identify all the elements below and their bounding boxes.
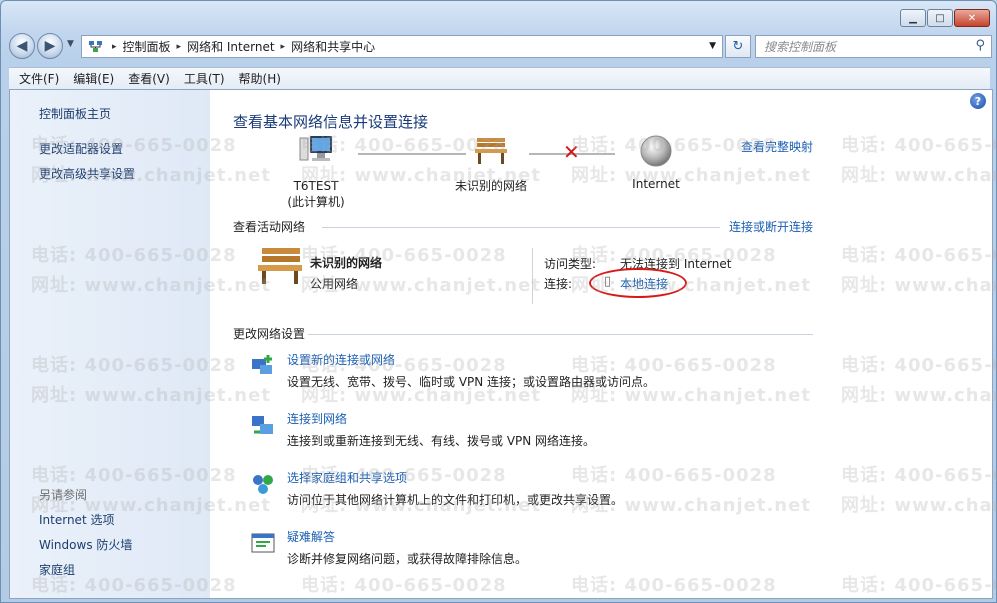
connect-disconnect-link[interactable]: 连接或断开连接 <box>729 218 813 235</box>
internet-node: Internet <box>622 134 690 192</box>
menu-bar: 文件(F) 编辑(E) 查看(V) 工具(T) 帮助(H) <box>9 67 990 89</box>
search-input[interactable]: 搜索控制面板 ⚲ <box>755 35 992 58</box>
access-type-label: 访问类型: <box>544 257 597 271</box>
task-troubleshoot-desc: 诊断并修复网络问题，或获得故障排除信息。 <box>287 552 528 566</box>
task-connect-network-link[interactable]: 连接到网络 <box>287 410 347 427</box>
bench-icon <box>475 138 507 164</box>
active-network-name: 未识别的网络 <box>310 256 383 270</box>
search-placeholder: 搜索控制面板 <box>764 40 837 54</box>
task-homegroup-desc: 访问位于其他网络计算机上的文件和打印机，或更改共享设置。 <box>287 493 624 507</box>
divider <box>308 334 813 335</box>
network-node: 未识别的网络 <box>446 136 536 194</box>
menu-help[interactable]: 帮助(H) <box>239 70 281 87</box>
menu-edit[interactable]: 编辑(E) <box>73 70 114 87</box>
help-icon[interactable]: ? <box>970 93 986 109</box>
page-title: 查看基本网络信息并设置连接 <box>233 113 429 131</box>
task-homegroup-link[interactable]: 选择家庭组和共享选项 <box>287 469 407 486</box>
sidebar-link-adapter-settings[interactable]: 更改适配器设置 <box>39 140 123 157</box>
divider <box>532 248 533 304</box>
menu-file[interactable]: 文件(F) <box>19 70 59 87</box>
bench-icon <box>258 248 302 284</box>
forward-button[interactable]: ▶ <box>37 33 63 59</box>
address-dropdown-icon[interactable]: ▼ <box>709 41 716 51</box>
network-name: 未识别的网络 <box>454 179 527 193</box>
sidebar-link-control-panel-home[interactable]: 控制面板主页 <box>39 105 111 122</box>
active-network-type[interactable]: 公用网络 <box>310 275 358 292</box>
task-setup-connection-link[interactable]: 设置新的连接或网络 <box>287 351 395 368</box>
globe-icon <box>640 135 672 167</box>
internet-label: Internet <box>632 177 680 191</box>
navigation-row: ◀ ▶ ▼ ▸ 控制面板 ▸ 网络和 Internet ▸ 网络和共享中心 ▼ … <box>9 33 992 59</box>
menu-tools[interactable]: 工具(T) <box>184 70 225 87</box>
disconnected-x-icon: ✕ <box>563 140 580 164</box>
highlight-ellipse <box>589 268 687 298</box>
connections-label: 连接: <box>544 277 573 291</box>
breadcrumb-network-sharing-center[interactable]: 网络和共享中心 <box>287 38 379 55</box>
task-troubleshoot-link[interactable]: 疑难解答 <box>287 528 335 545</box>
breadcrumb-arrow-icon[interactable]: ▸ <box>175 42 184 52</box>
computer-subtitle: (此计算机) <box>287 195 345 209</box>
network-icon <box>88 40 104 54</box>
breadcrumb-network-internet[interactable]: 网络和 Internet <box>183 38 278 55</box>
homegroup-icon <box>253 475 273 494</box>
breadcrumb-control-panel[interactable]: 控制面板 <box>119 38 175 55</box>
back-button[interactable]: ◀ <box>9 33 35 59</box>
task-connect-network-desc: 连接到或重新连接到无线、有线、拨号或 VPN 网络连接。 <box>287 434 596 448</box>
computer-name: T6TEST <box>293 179 339 193</box>
divider <box>322 227 720 228</box>
content-area: 控制面板主页 更改适配器设置 更改高级共享设置 另请参阅 Internet 选项… <box>9 89 993 599</box>
search-icon[interactable]: ⚲ <box>975 38 985 53</box>
recent-pages-dropdown[interactable]: ▼ <box>67 39 74 49</box>
sidebar-link-windows-firewall[interactable]: Windows 防火墙 <box>39 536 132 553</box>
sidebar: 控制面板主页 更改适配器设置 更改高级共享设置 另请参阅 Internet 选项… <box>10 90 210 598</box>
sidebar-link-internet-options[interactable]: Internet 选项 <box>39 511 114 528</box>
window: ▁ □ ✕ ◀ ▶ ▼ ▸ 控制面板 ▸ 网络和 Internet ▸ 网络和共… <box>0 0 997 603</box>
see-also-header: 另请参阅 <box>39 488 88 502</box>
task-setup-connection-desc: 设置无线、宽带、拨号、临时或 VPN 连接；或设置路由器或访问点。 <box>287 375 656 389</box>
maximize-button[interactable]: □ <box>927 9 953 27</box>
breadcrumb-arrow-icon[interactable]: ▸ <box>110 42 119 52</box>
minimize-button[interactable]: ▁ <box>900 9 926 27</box>
computer-icon <box>299 136 332 161</box>
refresh-button[interactable]: ↻ <box>725 35 751 58</box>
computer-node: T6TEST (此计算机) <box>286 134 346 210</box>
connect-network-icon <box>252 416 273 434</box>
caption-buttons: ▁ □ ✕ <box>900 9 990 27</box>
troubleshoot-icon <box>251 533 275 553</box>
sidebar-link-homegroup[interactable]: 家庭组 <box>39 561 75 578</box>
active-networks-header: 查看活动网络 <box>233 220 306 234</box>
view-full-map-link[interactable]: 查看完整映射 <box>741 138 813 155</box>
breadcrumb-arrow-icon[interactable]: ▸ <box>279 42 288 52</box>
sidebar-link-advanced-sharing[interactable]: 更改高级共享设置 <box>39 165 135 182</box>
new-connection-icon <box>252 355 272 374</box>
menu-view[interactable]: 查看(V) <box>128 70 170 87</box>
main-panel: ? 查看基本网络信息并设置连接 查看完整映射 T6TEST (此计算机) 未识别… <box>210 90 992 598</box>
close-button[interactable]: ✕ <box>954 9 990 27</box>
address-bar[interactable]: ▸ 控制面板 ▸ 网络和 Internet ▸ 网络和共享中心 ▼ <box>81 35 723 58</box>
change-settings-header: 更改网络设置 <box>233 327 306 341</box>
